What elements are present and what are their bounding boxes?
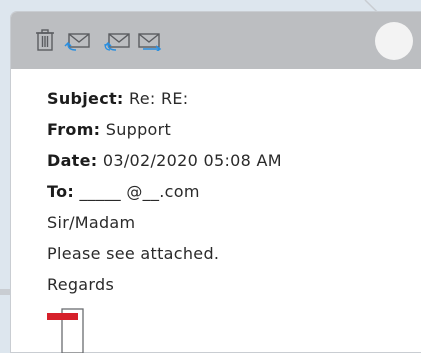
body-signoff: Regards [47, 275, 115, 294]
date-label: Date: [47, 151, 98, 170]
to-line: To: _____ @__.com [47, 176, 421, 207]
forward-mail-icon[interactable] [137, 29, 163, 51]
avatar[interactable] [375, 22, 413, 60]
trash-icon[interactable] [35, 29, 55, 51]
body-message: Please see attached. [47, 244, 220, 263]
from-label: From: [47, 120, 101, 139]
email-content: Subject: Re: RE: From: Support Date: 03/… [11, 69, 421, 300]
background-panel-edge [0, 289, 11, 295]
date-value: 03/02/2020 05:08 AM [102, 151, 282, 170]
email-toolbar [11, 12, 421, 69]
reply-mail-icon[interactable] [64, 29, 92, 51]
date-line: Date: 03/02/2020 05:08 AM [47, 145, 421, 176]
reply-all-mail-icon[interactable] [104, 29, 132, 51]
email-window: Subject: Re: RE: From: Support Date: 03/… [11, 12, 421, 353]
from-line: From: Support [47, 114, 421, 145]
from-value: Support [105, 120, 172, 139]
body-greeting: Sir/Madam [47, 213, 136, 232]
subject-value: Re: RE: [129, 89, 189, 108]
subject-line: Subject: Re: RE: [47, 83, 421, 114]
to-label: To: [47, 182, 75, 201]
attachment-file-icon[interactable] [47, 307, 87, 353]
subject-label: Subject: [47, 89, 124, 108]
to-value: _____ @__.com [79, 182, 200, 201]
